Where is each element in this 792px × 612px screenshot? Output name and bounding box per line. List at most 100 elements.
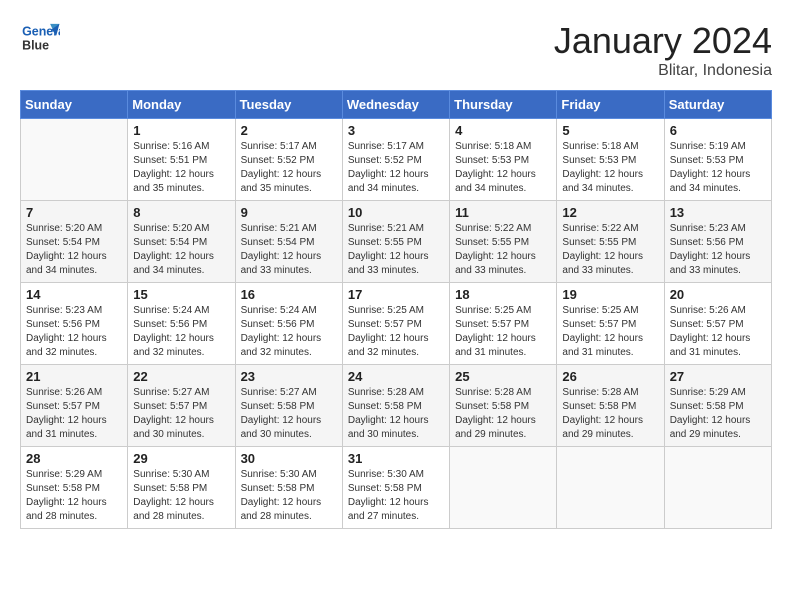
cell-info: Sunrise: 5:20 AM Sunset: 5:54 PM Dayligh…	[26, 222, 122, 278]
svg-text:Blue: Blue	[22, 39, 49, 53]
calendar-cell: 16Sunrise: 5:24 AM Sunset: 5:56 PM Dayli…	[235, 283, 342, 365]
calendar-cell: 3 Sunrise: 5:17 AM Sunset: 5:52 PM Daylig…	[342, 119, 449, 201]
calendar-cell: 11 Sunrise: 5:22 AM Sunset: 5:55 PM Dayli…	[450, 201, 557, 283]
cell-info: Sunrise: 5:26 AM Sunset: 5:57 PM Dayligh…	[26, 386, 122, 442]
title-block: January 2024 Blitar, Indonesia	[554, 20, 772, 80]
calendar-cell: 10 Sunrise: 5:21 AM Sunset: 5:55 PM Dayli…	[342, 201, 449, 283]
cell-info: Sunrise: 5:23 AM Sunset: 5:56 PM Dayligh…	[26, 304, 122, 360]
calendar-cell: 4Sunrise: 5:18 AM Sunset: 5:53 PM Daylig…	[450, 119, 557, 201]
calendar-cell: 18 Sunrise: 5:25 AM Sunset: 5:57 PM Dayli…	[450, 283, 557, 365]
day-number: 12	[562, 205, 658, 220]
calendar-cell: 19 Sunrise: 5:25 AM Sunset: 5:57 PM Dayli…	[557, 283, 664, 365]
logo: General Blue	[20, 20, 60, 55]
day-number: 20	[670, 287, 766, 302]
calendar-cell: 23 Sunrise: 5:27 AM Sunset: 5:58 PM Dayli…	[235, 365, 342, 447]
calendar-cell: 13Sunrise: 5:23 AM Sunset: 5:56 PM Dayli…	[664, 201, 771, 283]
cell-info: Sunrise: 5:28 AM Sunset: 5:58 PM Dayligh…	[562, 386, 658, 442]
cell-info: Sunrise: 5:25 AM Sunset: 5:57 PM Dayligh…	[562, 304, 658, 360]
cell-info: Sunrise: 5:30 AM Sunset: 5:58 PM Dayligh…	[133, 468, 229, 524]
day-number: 15	[133, 287, 229, 302]
day-number: 3	[348, 123, 444, 138]
calendar-cell: 20 Sunrise: 5:26 AM Sunset: 5:57 PM Dayli…	[664, 283, 771, 365]
cell-info: Sunrise: 5:18 AM Sunset: 5:53 PM Dayligh…	[455, 140, 551, 196]
cell-info: Sunrise: 5:25 AM Sunset: 5:57 PM Dayligh…	[348, 304, 444, 360]
day-number: 5	[562, 123, 658, 138]
calendar-cell: 26 Sunrise: 5:28 AM Sunset: 5:58 PM Dayli…	[557, 365, 664, 447]
cell-info: Sunrise: 5:27 AM Sunset: 5:57 PM Dayligh…	[133, 386, 229, 442]
day-number: 22	[133, 369, 229, 384]
cell-info: Sunrise: 5:17 AM Sunset: 5:52 PM Dayligh…	[348, 140, 444, 196]
weekday-header: Sunday	[21, 91, 128, 119]
day-number: 18	[455, 287, 551, 302]
month-title: January 2024	[554, 20, 772, 62]
day-number: 17	[348, 287, 444, 302]
calendar-cell: 30Sunrise: 5:30 AM Sunset: 5:58 PM Dayli…	[235, 447, 342, 529]
calendar-cell: 5 Sunrise: 5:18 AM Sunset: 5:53 PM Daylig…	[557, 119, 664, 201]
calendar-cell: 6 Sunrise: 5:19 AM Sunset: 5:53 PM Daylig…	[664, 119, 771, 201]
day-number: 28	[26, 451, 122, 466]
calendar-cell: 29Sunrise: 5:30 AM Sunset: 5:58 PM Dayli…	[128, 447, 235, 529]
calendar-cell	[664, 447, 771, 529]
day-number: 1	[133, 123, 229, 138]
weekday-header: Wednesday	[342, 91, 449, 119]
day-number: 19	[562, 287, 658, 302]
day-number: 2	[241, 123, 337, 138]
location: Blitar, Indonesia	[554, 62, 772, 80]
cell-info: Sunrise: 5:28 AM Sunset: 5:58 PM Dayligh…	[348, 386, 444, 442]
weekday-header: Saturday	[664, 91, 771, 119]
cell-info: Sunrise: 5:28 AM Sunset: 5:58 PM Dayligh…	[455, 386, 551, 442]
cell-info: Sunrise: 5:26 AM Sunset: 5:57 PM Dayligh…	[670, 304, 766, 360]
day-number: 8	[133, 205, 229, 220]
day-number: 23	[241, 369, 337, 384]
calendar-cell: 7Sunrise: 5:20 AM Sunset: 5:54 PM Daylig…	[21, 201, 128, 283]
calendar-cell: 2 Sunrise: 5:17 AM Sunset: 5:52 PM Daylig…	[235, 119, 342, 201]
cell-info: Sunrise: 5:19 AM Sunset: 5:53 PM Dayligh…	[670, 140, 766, 196]
calendar-cell: 21Sunrise: 5:26 AM Sunset: 5:57 PM Dayli…	[21, 365, 128, 447]
cell-info: Sunrise: 5:18 AM Sunset: 5:53 PM Dayligh…	[562, 140, 658, 196]
cell-info: Sunrise: 5:21 AM Sunset: 5:54 PM Dayligh…	[241, 222, 337, 278]
day-number: 6	[670, 123, 766, 138]
cell-info: Sunrise: 5:23 AM Sunset: 5:56 PM Dayligh…	[670, 222, 766, 278]
calendar-cell: 9 Sunrise: 5:21 AM Sunset: 5:54 PM Daylig…	[235, 201, 342, 283]
cell-info: Sunrise: 5:30 AM Sunset: 5:58 PM Dayligh…	[348, 468, 444, 524]
day-number: 9	[241, 205, 337, 220]
day-number: 31	[348, 451, 444, 466]
logo-icon: General Blue	[20, 20, 60, 55]
cell-info: Sunrise: 5:29 AM Sunset: 5:58 PM Dayligh…	[670, 386, 766, 442]
cell-info: Sunrise: 5:21 AM Sunset: 5:55 PM Dayligh…	[348, 222, 444, 278]
calendar-cell: 24 Sunrise: 5:28 AM Sunset: 5:58 PM Dayli…	[342, 365, 449, 447]
cell-info: Sunrise: 5:29 AM Sunset: 5:58 PM Dayligh…	[26, 468, 122, 524]
cell-info: Sunrise: 5:16 AM Sunset: 5:51 PM Dayligh…	[133, 140, 229, 196]
day-number: 11	[455, 205, 551, 220]
calendar-cell: 22 Sunrise: 5:27 AM Sunset: 5:57 PM Dayli…	[128, 365, 235, 447]
calendar-cell: 8 Sunrise: 5:20 AM Sunset: 5:54 PM Daylig…	[128, 201, 235, 283]
cell-info: Sunrise: 5:25 AM Sunset: 5:57 PM Dayligh…	[455, 304, 551, 360]
day-number: 14	[26, 287, 122, 302]
cell-info: Sunrise: 5:17 AM Sunset: 5:52 PM Dayligh…	[241, 140, 337, 196]
cell-info: Sunrise: 5:30 AM Sunset: 5:58 PM Dayligh…	[241, 468, 337, 524]
calendar-cell	[557, 447, 664, 529]
cell-info: Sunrise: 5:22 AM Sunset: 5:55 PM Dayligh…	[562, 222, 658, 278]
calendar-cell: 14 Sunrise: 5:23 AM Sunset: 5:56 PM Dayli…	[21, 283, 128, 365]
calendar-cell: 28 Sunrise: 5:29 AM Sunset: 5:58 PM Dayli…	[21, 447, 128, 529]
cell-info: Sunrise: 5:24 AM Sunset: 5:56 PM Dayligh…	[133, 304, 229, 360]
day-number: 10	[348, 205, 444, 220]
calendar-cell: 1 Sunrise: 5:16 AM Sunset: 5:51 PM Daylig…	[128, 119, 235, 201]
day-number: 24	[348, 369, 444, 384]
calendar-cell: 31 Sunrise: 5:30 AM Sunset: 5:58 PM Dayli…	[342, 447, 449, 529]
calendar-cell: 17 Sunrise: 5:25 AM Sunset: 5:57 PM Dayli…	[342, 283, 449, 365]
calendar-cell: 12 Sunrise: 5:22 AM Sunset: 5:55 PM Dayli…	[557, 201, 664, 283]
weekday-header: Friday	[557, 91, 664, 119]
day-number: 27	[670, 369, 766, 384]
day-number: 26	[562, 369, 658, 384]
calendar-cell: 27 Sunrise: 5:29 AM Sunset: 5:58 PM Dayli…	[664, 365, 771, 447]
calendar-cell: 15 Sunrise: 5:24 AM Sunset: 5:56 PM Dayli…	[128, 283, 235, 365]
cell-info: Sunrise: 5:22 AM Sunset: 5:55 PM Dayligh…	[455, 222, 551, 278]
cell-info: Sunrise: 5:27 AM Sunset: 5:58 PM Dayligh…	[241, 386, 337, 442]
day-number: 25	[455, 369, 551, 384]
calendar-cell	[21, 119, 128, 201]
page-header: General Blue January 2024 Blitar, Indone…	[20, 20, 772, 80]
cell-info: Sunrise: 5:20 AM Sunset: 5:54 PM Dayligh…	[133, 222, 229, 278]
calendar-table: SundayMondayTuesdayWednesdayThursdayFrid…	[20, 90, 772, 529]
weekday-header: Monday	[128, 91, 235, 119]
